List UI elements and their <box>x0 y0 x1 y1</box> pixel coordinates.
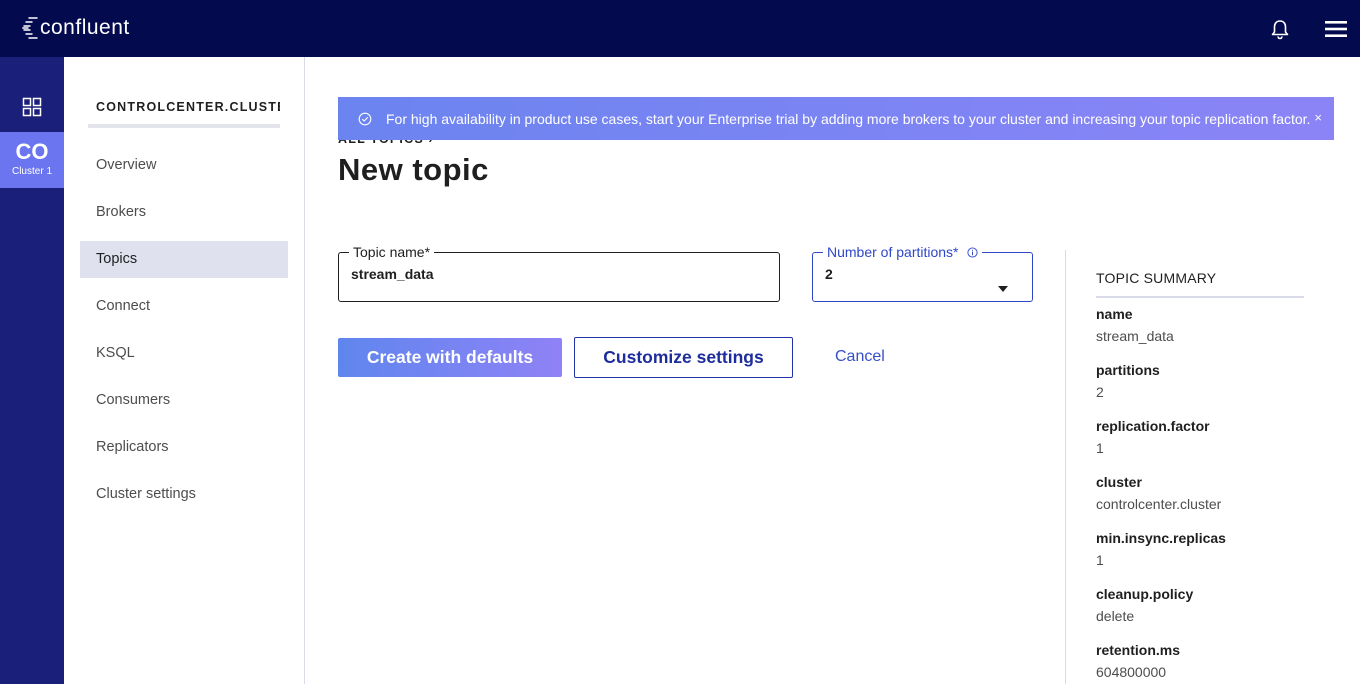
banner-close-button[interactable]: × <box>1314 110 1322 125</box>
cluster-name-divider <box>88 124 280 128</box>
summary-value-min-insync-replicas: 1 <box>1096 552 1104 568</box>
cluster-name: CONTROLCENTER.CLUSTER <box>96 100 280 114</box>
cluster-tile[interactable]: CO Cluster 1 <box>0 132 64 188</box>
summary-key-name: name <box>1096 306 1133 322</box>
sidebar-item-topics[interactable]: Topics <box>80 241 288 278</box>
cluster-abbreviation: CO <box>15 139 49 164</box>
sidebar-item-overview[interactable]: Overview <box>80 147 288 184</box>
cluster-sidenav: CONTROLCENTER.CLUSTER Overview Brokers T… <box>64 57 305 684</box>
summary-key-partitions: partitions <box>1096 362 1160 378</box>
info-banner: For high availability in product use cas… <box>338 97 1334 140</box>
cluster-label: Cluster 1 <box>11 166 52 177</box>
cluster-name-text: CONTROLCENTER.CLUSTER <box>96 100 280 114</box>
summary-value-cluster: controlcenter.cluster <box>1096 496 1222 512</box>
create-with-defaults-button[interactable]: Create with defaults <box>338 338 562 377</box>
sidebar-item-brokers[interactable]: Brokers <box>80 194 288 231</box>
summary-key-replication-factor: replication.factor <box>1096 418 1210 434</box>
bell-icon[interactable] <box>1269 18 1291 40</box>
page-title: New topic <box>338 152 489 187</box>
summary-key-cluster: cluster <box>1096 474 1142 490</box>
confluent-logo-icon <box>22 17 38 39</box>
sidebar-item-ksql[interactable]: KSQL <box>80 335 288 372</box>
check-circle-icon <box>358 112 372 125</box>
chevron-down-icon[interactable] <box>998 286 1008 292</box>
summary-value-cleanup-policy: delete <box>1096 608 1135 624</box>
top-bar: confluent <box>0 0 1360 57</box>
sidebar-item-connect[interactable]: Connect <box>80 288 288 325</box>
summary-value-name: stream_data <box>1096 328 1174 344</box>
summary-value-partitions: 2 <box>1096 384 1104 400</box>
partitions-value: 2 <box>825 266 833 282</box>
sidebar-item-cluster-settings[interactable]: Cluster settings <box>80 476 288 513</box>
partitions-select[interactable]: Number of partitions* 2 <box>812 244 1033 302</box>
cancel-button[interactable]: Cancel <box>835 348 885 366</box>
partitions-label: Number of partitions* <box>823 244 982 260</box>
clusters-grid-icon[interactable] <box>22 97 42 117</box>
topic-name-field[interactable]: Topic name* <box>338 244 780 302</box>
summary-key-cleanup-policy: cleanup.policy <box>1096 586 1194 602</box>
summary-value-replication-factor: 1 <box>1096 440 1104 456</box>
partitions-label-text: Number of partitions* <box>827 244 959 260</box>
topic-name-input[interactable] <box>351 266 767 282</box>
confluent-logo[interactable]: confluent <box>22 14 130 42</box>
logo-text: confluent <box>40 16 130 39</box>
info-icon[interactable] <box>966 246 978 258</box>
topic-summary-title: TOPIC SUMMARY <box>1096 270 1217 286</box>
summary-title-underline <box>1096 296 1304 298</box>
customize-settings-button[interactable]: Customize settings <box>574 337 793 378</box>
banner-text: For high availability in product use cas… <box>386 110 1311 127</box>
hamburger-menu-icon[interactable] <box>1325 19 1347 39</box>
summary-value-retention-ms: 604800000 <box>1096 664 1167 680</box>
summary-divider <box>1065 250 1066 684</box>
sidebar-item-replicators[interactable]: Replicators <box>80 429 288 466</box>
left-rail: CO Cluster 1 <box>0 57 64 684</box>
summary-key-min-insync-replicas: min.insync.replicas <box>1096 530 1226 546</box>
sidebar-item-consumers[interactable]: Consumers <box>80 382 288 419</box>
topic-name-label: Topic name* <box>353 244 431 260</box>
summary-key-retention-ms: retention.ms <box>1096 642 1181 658</box>
